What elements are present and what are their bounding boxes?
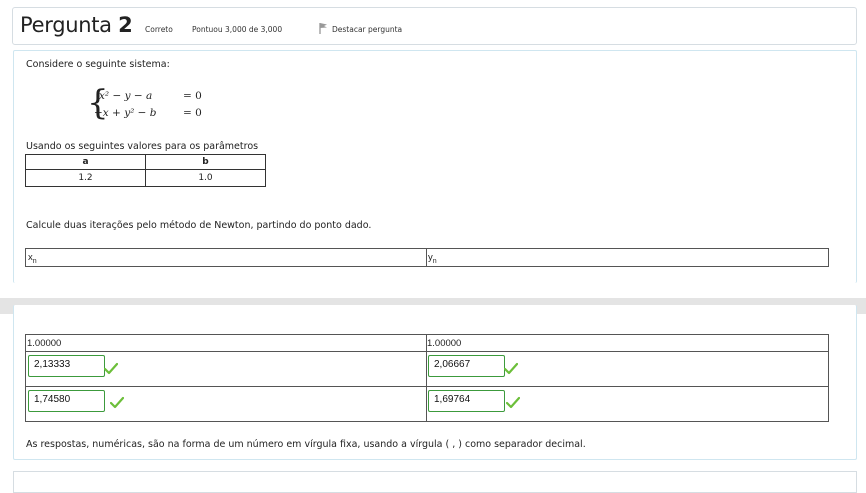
next-question-header xyxy=(13,471,857,493)
x-column-header: xn xyxy=(28,252,37,265)
answer-y2-input[interactable]: 1,69764 xyxy=(428,390,505,412)
check-icon xyxy=(104,362,118,375)
y-column-header: yn xyxy=(428,252,437,265)
start-y-value: 1.00000 xyxy=(427,338,462,349)
answer-x2-input[interactable]: 1,74580 xyxy=(28,390,105,412)
equation-1-lhs: x² − y − a xyxy=(99,90,153,102)
equation-2-lhs: −x + y² − b xyxy=(94,107,157,119)
params-header-a: a xyxy=(25,154,146,170)
params-header-b: b xyxy=(145,154,266,170)
equation-1-rhs: = 0 xyxy=(183,90,202,102)
question-number: 2 xyxy=(118,13,133,37)
flag-question-link[interactable]: Destacar pergunta xyxy=(332,25,402,34)
row-divider xyxy=(26,386,828,387)
params-value-a: 1.2 xyxy=(25,169,146,187)
params-table: a b 1.2 1.0 xyxy=(25,154,266,187)
question-intro: Considere o seguinte sistema: xyxy=(26,59,170,70)
answer-format-note: As respostas, numéricas, são na forma de… xyxy=(26,439,586,450)
params-value-b: 1.0 xyxy=(145,169,266,187)
check-icon xyxy=(506,396,520,409)
flag-icon[interactable] xyxy=(318,22,328,34)
params-intro: Usando os seguintes valores para os parâ… xyxy=(26,141,259,152)
question-title: Pergunta 2 xyxy=(20,13,133,37)
instruction-text: Calcule duas iterações pelo método de Ne… xyxy=(26,220,372,231)
status-label: Correto xyxy=(145,25,173,34)
answer-y1-input[interactable]: 2,06667 xyxy=(428,355,505,377)
row-divider xyxy=(26,351,828,352)
column-divider xyxy=(426,249,427,266)
question-header: Pergunta 2 Correto Pontuou 3,000 de 3,00… xyxy=(12,7,857,45)
check-icon xyxy=(504,362,518,375)
question-title-prefix: Pergunta xyxy=(20,13,112,37)
start-x-value: 1.00000 xyxy=(27,338,62,349)
answer-x1-input[interactable]: 2,13333 xyxy=(28,355,105,377)
equation-2-rhs: = 0 xyxy=(183,107,202,119)
iterations-header-row: xn yn xyxy=(25,248,829,267)
score-label: Pontuou 3,000 de 3,000 xyxy=(192,25,283,34)
check-icon xyxy=(110,396,124,409)
